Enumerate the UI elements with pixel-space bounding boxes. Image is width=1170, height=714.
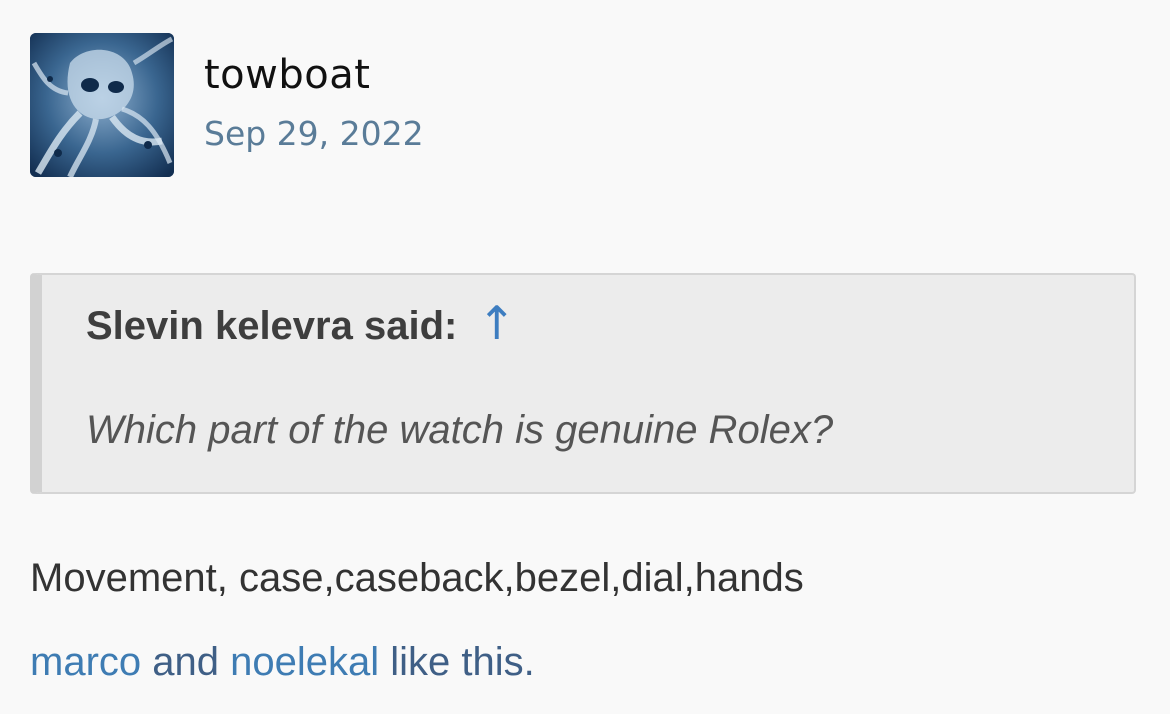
post-date[interactable]: Sep 29, 2022 [204,112,424,156]
user-avatar[interactable] [30,33,174,177]
likes-suffix: like this. [379,640,535,684]
forum-post: towboat Sep 29, 2022 Slevin kelevra said… [0,0,1170,714]
quote-block: Slevin kelevra said: ↑ Which part of the … [30,273,1136,494]
post-author-name[interactable]: towboat [204,50,370,100]
quote-author-label: Slevin kelevra said: [86,304,458,348]
post-message: Movement, case,caseback,bezel,dial,hands [30,556,804,600]
likes-summary: marco and noelekal like this. [30,634,535,690]
like-user-link[interactable]: marco [30,640,141,684]
like-user-link[interactable]: noelekal [230,640,379,684]
quote-attribution: Slevin kelevra said: ↑ [86,295,516,354]
kraken-avatar-icon [30,33,174,177]
quote-text: Which part of the watch is genuine Rolex… [86,408,834,452]
likes-conjunction: and [141,640,231,684]
jump-to-quote-icon[interactable]: ↑ [477,295,516,351]
